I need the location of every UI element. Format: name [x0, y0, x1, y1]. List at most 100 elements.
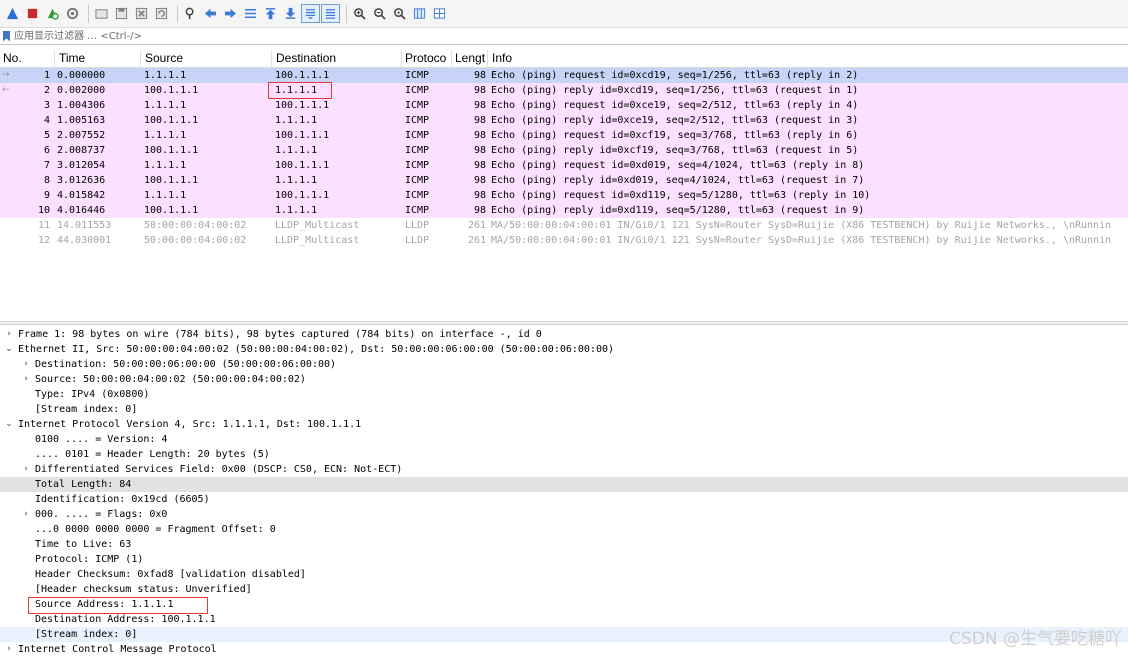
detail-tree-item[interactable]: › Destination: 50:00:00:06:00:00 (50:00:0… — [0, 357, 1128, 372]
detail-tree-item[interactable]: .... 0101 = Header Length: 20 bytes (5) — [0, 447, 1128, 462]
col-divider[interactable] — [401, 50, 402, 67]
detail-tree-item[interactable]: 0100 .... = Version: 4 — [0, 432, 1128, 447]
detail-tree-item[interactable]: ...0 0000 0000 0000 = Fragment Offset: 0 — [0, 522, 1128, 537]
go-first-icon[interactable] — [262, 5, 279, 22]
shark-fin-start-icon[interactable] — [4, 5, 21, 22]
reload-icon[interactable] — [153, 5, 170, 22]
col-header-length[interactable]: Lengt — [455, 51, 487, 65]
packet-destination: LLDP_Multicast — [275, 220, 360, 231]
expand-chevron-icon[interactable]: › — [21, 462, 31, 477]
display-filter-input[interactable] — [14, 29, 1114, 43]
expand-chevron-icon[interactable]: › — [4, 327, 14, 342]
detail-tree-item[interactable]: [Header checksum status: Unverified] — [0, 582, 1128, 597]
packet-no: 4 — [43, 115, 50, 126]
packet-protocol: LLDP — [405, 220, 430, 231]
packet-time: 1.005163 — [57, 115, 106, 126]
packet-row[interactable]: 9 4.015842 1.1.1.1 100.1.1.1 ICMP 98 Echo (pin… — [0, 188, 1128, 203]
col-divider[interactable] — [451, 50, 452, 67]
col-header-destination[interactable]: Destination — [276, 51, 336, 65]
packet-row[interactable]: 10 4.016446 100.1.1.1 1.1.1.1 ICMP 98 Echo (pi… — [0, 203, 1128, 218]
close-file-icon[interactable] — [133, 5, 150, 22]
packet-row[interactable]: 3 1.004306 1.1.1.1 100.1.1.1 ICMP 98 Echo (pin… — [0, 98, 1128, 113]
packet-details-tree[interactable]: › Frame 1: 98 bytes on wire (784 bits), 9… — [0, 327, 1128, 656]
packet-row[interactable]: 5 2.007552 1.1.1.1 100.1.1.1 ICMP 98 Echo (pin… — [0, 128, 1128, 143]
packet-row[interactable]: 12 44.030001 50:00:00:04:00:02 LLDP_Multica… — [0, 233, 1128, 248]
detail-tree-item[interactable]: › 000. .... = Flags: 0x0 — [0, 507, 1128, 522]
detail-tree-item[interactable]: › Differentiated Services Field: 0x00 (DS… — [0, 462, 1128, 477]
packet-no: 11 — [37, 220, 50, 231]
packet-no: 7 — [43, 160, 50, 171]
go-last-icon[interactable] — [282, 5, 299, 22]
find-packet-icon[interactable] — [182, 5, 199, 22]
detail-tree-item[interactable]: Identification: 0x19cd (6605) — [0, 492, 1128, 507]
packet-row[interactable]: 11 14.011553 50:00:00:04:00:02 LLDP_Multica… — [0, 218, 1128, 233]
expand-chevron-icon[interactable]: › — [21, 507, 31, 522]
col-header-time[interactable]: Time — [59, 51, 85, 65]
packet-time: 4.015842 — [57, 190, 106, 201]
open-file-icon[interactable] — [93, 5, 110, 22]
packet-row[interactable]: 6 2.008737 100.1.1.1 1.1.1.1 ICMP 98 Echo (pin… — [0, 143, 1128, 158]
packet-destination: 1.1.1.1 — [275, 85, 318, 96]
expand-chevron-icon[interactable]: › — [21, 357, 31, 372]
zoom-in-icon[interactable] — [351, 5, 368, 22]
expand-chevron-icon[interactable]: › — [21, 372, 31, 387]
pane-splitter[interactable] — [0, 321, 1128, 325]
capture-options-icon[interactable] — [64, 5, 81, 22]
col-header-no[interactable]: No. — [3, 51, 22, 65]
detail-tree-label: Ethernet II, Src: 50:00:00:04:00:02 (50:… — [18, 344, 615, 355]
packet-row[interactable]: → 1 0.000000 1.1.1.1 100.1.1.1 ICMP 98 Echo (pi… — [0, 68, 1128, 83]
detail-tree-item[interactable]: ⌄ Internet Protocol Version 4, Src: 1.1.1… — [0, 417, 1128, 432]
go-forward-icon[interactable] — [222, 5, 239, 22]
packet-row[interactable]: 8 3.012636 100.1.1.1 1.1.1.1 ICMP 98 Echo (pin… — [0, 173, 1128, 188]
go-back-icon[interactable] — [202, 5, 219, 22]
detail-tree-item[interactable]: Protocol: ICMP (1) — [0, 552, 1128, 567]
packet-time: 4.016446 — [57, 205, 106, 216]
col-divider[interactable] — [271, 50, 272, 67]
packet-info: Echo (ping) reply id=0xd119, seq=5/1280,… — [491, 205, 865, 216]
expand-chevron-icon[interactable]: › — [4, 642, 14, 657]
toolbar-separator — [346, 4, 347, 23]
packet-list[interactable]: → 1 0.000000 1.1.1.1 100.1.1.1 ICMP 98 Echo (pi… — [0, 68, 1128, 320]
colorize-icon[interactable] — [321, 4, 340, 23]
filter-bookmark-icon[interactable] — [3, 30, 10, 42]
restart-icon[interactable] — [44, 5, 61, 22]
go-to-packet-icon[interactable] — [242, 5, 259, 22]
col-divider[interactable] — [487, 50, 488, 67]
packet-length: 98 — [473, 160, 486, 171]
grid-icon[interactable] — [431, 5, 448, 22]
col-divider[interactable] — [140, 50, 141, 67]
detail-tree-label: Type: IPv4 (0x0800) — [35, 389, 150, 400]
col-divider[interactable] — [54, 50, 55, 67]
packet-destination: 1.1.1.1 — [275, 145, 318, 156]
packet-time: 3.012636 — [57, 175, 106, 186]
toolbar-separator — [88, 4, 89, 23]
detail-tree-item[interactable]: Total Length: 84 — [0, 477, 1128, 492]
col-header-info[interactable]: Info — [492, 51, 512, 65]
stop-icon[interactable] — [24, 5, 41, 22]
detail-tree-item[interactable]: Type: IPv4 (0x0800) — [0, 387, 1128, 402]
zoom-out-icon[interactable] — [371, 5, 388, 22]
col-header-protocol[interactable]: Protoco — [405, 51, 451, 65]
detail-tree-item[interactable]: Source Address: 1.1.1.1 — [0, 597, 1128, 612]
detail-tree-item[interactable]: › Frame 1: 98 bytes on wire (784 bits), 9… — [0, 327, 1128, 342]
detail-tree-item[interactable]: › Source: 50:00:00:04:00:02 (50:00:00:04:… — [0, 372, 1128, 387]
packet-source: 100.1.1.1 — [144, 205, 199, 216]
detail-tree-item[interactable]: ⌄ Ethernet II, Src: 50:00:00:04:00:02 (50… — [0, 342, 1128, 357]
save-file-icon[interactable] — [113, 5, 130, 22]
detail-tree-label: .... 0101 = Header Length: 20 bytes (5) — [35, 449, 270, 460]
packet-row[interactable]: 7 3.012054 1.1.1.1 100.1.1.1 ICMP 98 Echo (pin… — [0, 158, 1128, 173]
collapse-chevron-icon[interactable]: ⌄ — [4, 417, 14, 432]
packet-info: Echo (ping) request id=0xcd19, seq=1/256… — [491, 70, 859, 81]
resize-columns-icon[interactable] — [411, 5, 428, 22]
detail-tree-item[interactable]: [Stream index: 0] — [0, 402, 1128, 417]
collapse-chevron-icon[interactable]: ⌄ — [4, 342, 14, 357]
zoom-normal-icon[interactable] — [391, 5, 408, 22]
watermark: CSDN @生气要吃糖吖 — [949, 629, 1122, 649]
packet-row[interactable]: 4 1.005163 100.1.1.1 1.1.1.1 ICMP 98 Echo (pin… — [0, 113, 1128, 128]
detail-tree-item[interactable]: Header Checksum: 0xfad8 [validation disa… — [0, 567, 1128, 582]
auto-scroll-icon[interactable] — [301, 4, 320, 23]
detail-tree-item[interactable]: Time to Live: 63 — [0, 537, 1128, 552]
col-header-source[interactable]: Source — [145, 51, 183, 65]
packet-row[interactable]: ← 2 0.002000 100.1.1.1 1.1.1.1 ICMP 98 Echo (pi… — [0, 83, 1128, 98]
packet-time: 2.007552 — [57, 130, 106, 141]
